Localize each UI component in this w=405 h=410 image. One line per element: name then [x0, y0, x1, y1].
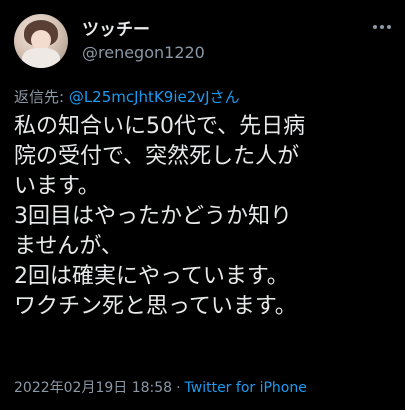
tweet-body: 私の知合いに50代で、先日病 院の受付で、突然死した人が います。 3回目はやっ…: [14, 112, 394, 322]
tweet-line: 私の知合いに50代で、先日病: [14, 114, 306, 139]
user-handle[interactable]: @renegon1220: [82, 43, 205, 62]
display-name[interactable]: ツッチー: [82, 15, 150, 40]
avatar-face: [31, 30, 51, 50]
meta-separator: ·: [176, 380, 181, 396]
timestamp[interactable]: 2022年02月19日 18:58: [14, 380, 172, 396]
more-dot: [387, 25, 391, 29]
tweet-line: 院の受付で、突然死した人が: [14, 144, 300, 169]
tweet-line: ませんが、: [14, 234, 123, 259]
tweet-header: ツッチー @renegon1220: [0, 0, 405, 80]
tweet-line: ワクチン死と思っています。: [14, 294, 297, 319]
reply-target-link[interactable]: @L25mcJhtK9ie2vJさん: [69, 88, 240, 106]
tweet-line: います。: [14, 174, 100, 199]
more-dot: [373, 25, 377, 29]
reply-context: 返信先: @L25mcJhtK9ie2vJさん: [14, 86, 240, 107]
avatar-body: [22, 48, 60, 68]
tweet-meta: 2022年02月19日 18:58 · Twitter for iPhone: [14, 377, 307, 397]
tweet-line: 2回は確実にやっています。: [14, 264, 289, 289]
more-options-icon[interactable]: [371, 16, 393, 38]
avatar[interactable]: [14, 14, 68, 68]
reply-label: 返信先:: [14, 88, 69, 106]
tweet-line: 3回目はやったかどうか知り: [14, 204, 292, 229]
source-link[interactable]: Twitter for iPhone: [185, 380, 307, 396]
more-dot: [380, 25, 384, 29]
